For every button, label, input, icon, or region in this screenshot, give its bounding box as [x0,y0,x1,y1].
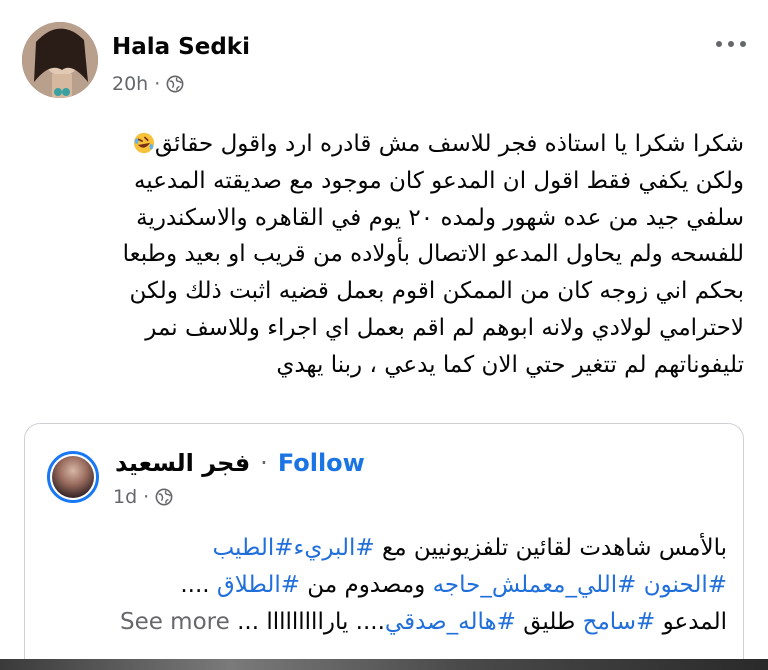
shared-text-line: المدعو #سامح طليق #هاله_صدقي.... ياراااا… [119,608,727,635]
shared-author-row: فجر السعيد · Follow [115,449,365,477]
shared-text-line: #الحنون #اللي_معملش_حاجه ومصدوم من #الطل… [180,571,727,598]
hashtag-link[interactable]: #البريء [294,535,375,561]
see-more-link[interactable]: See more [120,609,230,635]
author-avatar[interactable] [22,22,98,98]
shared-text-line: بالأمس شاهدت لقائين تلفزيونيين مع #البري… [212,535,727,561]
more-options-icon [716,41,722,47]
post-text-line: شكرا شكرا يا استاذه فجر للاسف مش قادره ا… [24,126,744,163]
shared-avatar-photo [52,456,94,498]
post-text-line: للفسحه ولم يحاول المدعو الاتصال بأولاده … [122,241,744,268]
shared-post-meta: 1d · [113,486,173,508]
author-name[interactable]: Hala Sedki [112,34,250,60]
shared-author-name[interactable]: فجر السعيد [115,449,250,477]
name-separator: · [260,449,268,477]
hashtag-link[interactable]: #اللي_معملش_حاجه [433,572,637,598]
shared-post-body: بالأمس شاهدت لقائين تلفزيونيين مع #البري… [47,530,727,640]
follow-button[interactable]: Follow [278,449,365,477]
more-options-button[interactable] [716,34,746,54]
media-preview-edge [0,659,768,670]
post-body: شكرا شكرا يا استاذه فجر للاسف مش قادره ا… [24,126,744,384]
meta-dot: · [154,73,161,95]
globe-icon[interactable] [166,75,184,93]
rolling-laughing-emoji [133,132,154,154]
shared-author-avatar[interactable] [47,451,99,503]
post-timestamp[interactable]: 20h [112,73,148,95]
hashtag-link[interactable]: #الطلاق [217,572,300,598]
shared-post-card[interactable]: فجر السعيد · Follow 1d · بالأمس شاهدت لق… [24,423,744,668]
post-header: Hala Sedki 20h · [0,0,768,115]
post-text-line: لاحترامي لولادي ولانه ابوهم لم اقم بعمل … [145,314,744,341]
post-meta: 20h · [112,73,184,95]
hashtag-link[interactable]: #هاله_صدقي [385,609,516,635]
post-text-line: سلفي جيد من عده شهور ولمده ٢٠ يوم في الق… [136,204,744,231]
meta-dot: · [143,486,150,508]
hashtag-link[interactable]: #الطيب [212,535,293,561]
post-text-line: بحكم اني زوجه كان من الممكن اقوم بعمل قض… [129,278,745,305]
globe-icon[interactable] [155,488,173,506]
shared-post-timestamp[interactable]: 1d [113,486,137,508]
post-text-line: ولكن يكفي فقط اقول ان المدعو كان موجود م… [133,167,744,194]
avatar-photo [22,22,98,98]
hashtag-link[interactable]: #الحنون [644,572,727,598]
post-text-line: تليفوناتهم لم تتغير حتي الان كما يدعي ، … [276,351,744,378]
hashtag-link[interactable]: #سامح [583,609,656,635]
